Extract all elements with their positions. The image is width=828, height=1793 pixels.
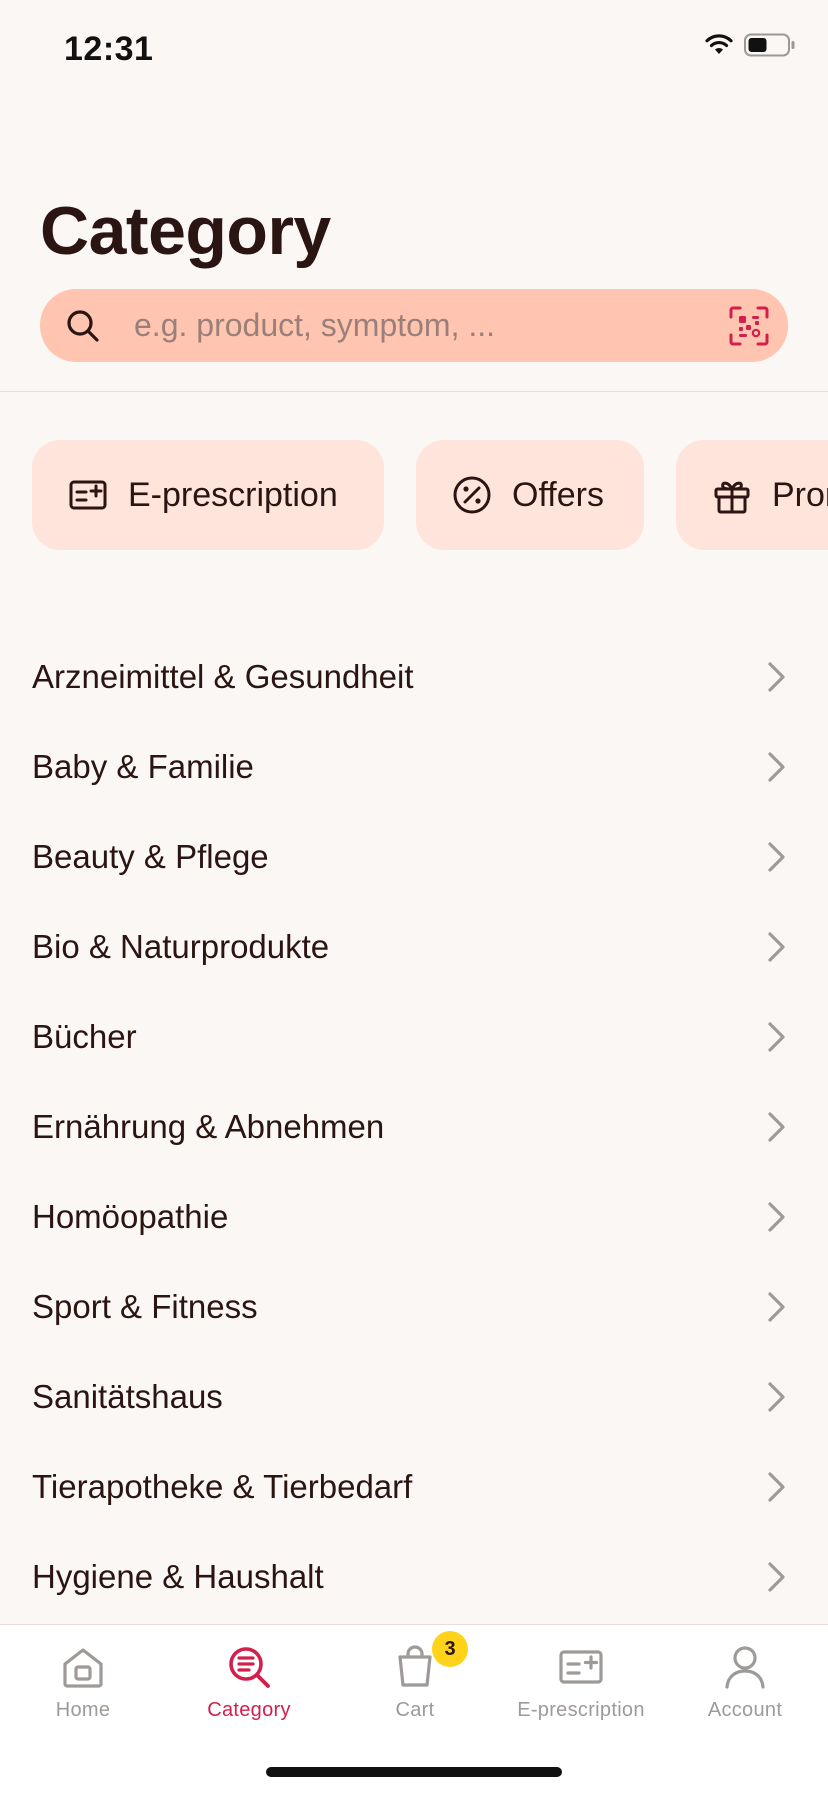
- quick-links-row[interactable]: E-prescription Offers Promotions: [0, 440, 828, 552]
- category-item[interactable]: Sport & Fitness: [0, 1262, 828, 1352]
- chip-e-prescription[interactable]: E-prescription: [32, 440, 384, 550]
- chevron-right-icon: [768, 932, 785, 962]
- category-item[interactable]: Homöopathie: [0, 1172, 828, 1262]
- category-label: Sanitätshaus: [32, 1378, 223, 1415]
- category-item[interactable]: Tierapotheke & Tierbedarf: [0, 1442, 828, 1532]
- tab-label: Home: [55, 1699, 111, 1721]
- percent-icon: [453, 476, 491, 514]
- status-bar: 12:31: [0, 0, 828, 100]
- chevron-right-icon: [768, 842, 785, 872]
- chevron-right-icon: [768, 1382, 785, 1412]
- home-icon: [63, 1648, 103, 1688]
- chevron-right-icon: [768, 1292, 785, 1322]
- category-list: Arzneimittel & Gesundheit Baby & Familie…: [0, 632, 828, 1622]
- tab-account[interactable]: Account: [662, 1625, 828, 1735]
- category-item[interactable]: Sanitätshaus: [0, 1352, 828, 1442]
- chevron-right-icon: [768, 752, 785, 782]
- scan-code-icon[interactable]: [728, 305, 770, 347]
- status-icons: [704, 33, 796, 57]
- category-item[interactable]: Ernährung & Abnehmen: [0, 1082, 828, 1172]
- chevron-right-icon: [768, 1472, 785, 1502]
- tab-label: Cart: [395, 1699, 435, 1721]
- wifi-icon: [705, 34, 733, 54]
- chip-label: Offers: [512, 475, 604, 514]
- tab-cart[interactable]: 3 Cart: [332, 1625, 498, 1735]
- home-indicator: [266, 1767, 562, 1777]
- chip-label: Promotions: [772, 475, 828, 514]
- category-label: Baby & Familie: [32, 748, 254, 785]
- category-item[interactable]: Arzneimittel & Gesundheit: [0, 632, 828, 722]
- category-label: Sport & Fitness: [32, 1288, 258, 1325]
- category-label: Bücher: [32, 1018, 137, 1055]
- category-label: Ernährung & Abnehmen: [32, 1108, 385, 1145]
- category-item[interactable]: Bücher: [0, 992, 828, 1082]
- chevron-right-icon: [768, 1022, 785, 1052]
- category-item[interactable]: Hygiene & Haushalt: [0, 1532, 828, 1622]
- chip-promotions[interactable]: Promotions: [676, 440, 828, 550]
- chevron-right-icon: [768, 1562, 785, 1592]
- chevron-right-icon: [768, 1202, 785, 1232]
- tab-home[interactable]: Home: [0, 1625, 166, 1735]
- tab-label: E-prescription: [517, 1699, 645, 1721]
- page-title: Category: [40, 193, 331, 269]
- tab-e-prescription[interactable]: E-prescription: [498, 1625, 664, 1735]
- category-label: Tierapotheke & Tierbedarf: [32, 1468, 413, 1505]
- category-label: Arzneimittel & Gesundheit: [32, 658, 414, 695]
- chip-offers[interactable]: Offers: [416, 440, 644, 550]
- prescription-icon: [69, 480, 107, 510]
- chevron-right-icon: [768, 662, 785, 692]
- category-label: Hygiene & Haushalt: [32, 1558, 324, 1595]
- header-divider: [0, 391, 828, 392]
- chevron-right-icon: [768, 1112, 785, 1142]
- category-label: Beauty & Pflege: [32, 838, 269, 875]
- battery-icon: [744, 33, 795, 57]
- category-label: Homöopathie: [32, 1198, 229, 1235]
- tab-label: Account: [707, 1699, 783, 1721]
- cart-count-badge: 3: [432, 1631, 468, 1667]
- category-search-icon: [229, 1647, 270, 1688]
- status-time: 12:31: [64, 30, 154, 68]
- person-icon: [725, 1646, 765, 1689]
- category-label: Bio & Naturprodukte: [32, 928, 330, 965]
- category-item[interactable]: Baby & Familie: [0, 722, 828, 812]
- gift-icon: [714, 481, 750, 514]
- chip-label: E-prescription: [128, 475, 338, 514]
- search-icon: [67, 310, 99, 342]
- category-item[interactable]: Bio & Naturprodukte: [0, 902, 828, 992]
- category-item[interactable]: Beauty & Pflege: [0, 812, 828, 902]
- tab-category[interactable]: Category: [166, 1625, 332, 1735]
- prescription-icon: [559, 1650, 603, 1684]
- search-bar[interactable]: [40, 289, 788, 362]
- tab-label: Category: [207, 1699, 291, 1721]
- search-input[interactable]: [134, 289, 734, 362]
